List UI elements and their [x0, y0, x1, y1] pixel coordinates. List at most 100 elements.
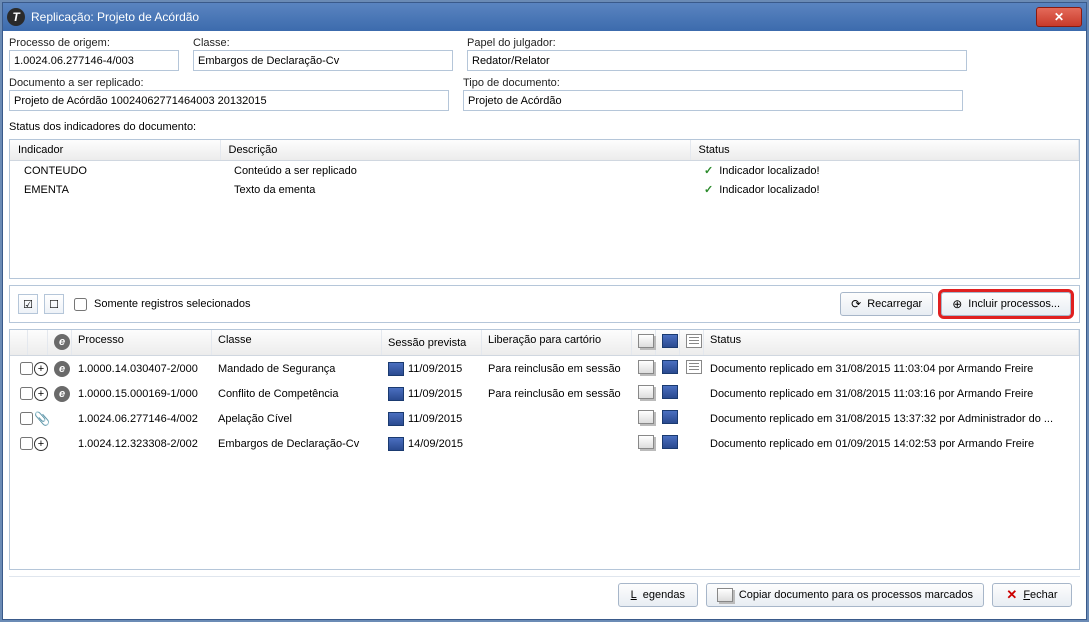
close-button[interactable]: ✕ — [1036, 7, 1082, 27]
select-all-button[interactable]: ☑ — [18, 294, 38, 314]
input-documento[interactable] — [9, 90, 449, 111]
cell-sessao: 11/09/2015 — [382, 385, 482, 403]
col-icon-3[interactable] — [680, 330, 704, 355]
book-icon — [662, 334, 678, 348]
cell-liberacao: Para reinclusão em sessão — [482, 361, 632, 377]
docs-icon[interactable] — [638, 385, 654, 399]
expand-icon[interactable]: + — [34, 362, 48, 376]
content-area: Processo de origem: Classe: Papel do jul… — [3, 31, 1086, 619]
table-row[interactable]: 📎1.0024.06.277146-4/002Apelação Cível 11… — [10, 406, 1079, 431]
input-tipo[interactable] — [463, 90, 963, 111]
field-documento: Documento a ser replicado: — [9, 77, 449, 111]
eletronico-icon: e — [54, 334, 70, 350]
col-checkbox[interactable] — [10, 330, 28, 355]
table-row[interactable]: +1.0024.12.323308-2/002Embargos de Decla… — [10, 431, 1079, 456]
check-icon: ✓ — [704, 184, 713, 196]
cell-status: ✓Indicador localizado! — [690, 161, 1079, 181]
book-icon — [388, 362, 404, 376]
eletronico-icon: e — [54, 386, 70, 402]
cell-sessao: 11/09/2015 — [382, 410, 482, 428]
cell-descricao: Conteúdo a ser replicado — [220, 161, 690, 181]
grid-body: + e1.0000.14.030407-2/000Mandado de Segur… — [10, 356, 1079, 569]
checkbox-somente[interactable] — [74, 298, 87, 311]
docs-icon[interactable] — [638, 435, 654, 449]
grid-header: e Processo Classe Sessão prevista Libera… — [10, 330, 1079, 356]
page-icon[interactable] — [686, 360, 702, 374]
docs-icon — [638, 334, 654, 348]
cell-classe: Conflito de Competência — [212, 386, 382, 402]
cell-processo: 1.0024.06.277146-4/002 — [72, 411, 212, 427]
incluir-processos-button[interactable]: ⊕ Incluir processos... — [941, 292, 1071, 316]
field-classe: Classe: — [193, 37, 453, 71]
expand-icon[interactable]: + — [34, 437, 48, 451]
filter-selected-checkbox[interactable]: Somente registros selecionados — [70, 295, 251, 314]
col-classe[interactable]: Classe — [212, 330, 382, 355]
col-indicador[interactable]: Indicador — [10, 140, 220, 161]
col-icon-1[interactable] — [632, 330, 656, 355]
cell-status: Documento replicado em 01/09/2015 14:02:… — [704, 436, 1079, 452]
close-x-icon: ✕ — [1006, 587, 1017, 603]
cell-processo: 1.0024.12.323308-2/002 — [72, 436, 212, 452]
label-indicadores-section: Status dos indicadores do documento: — [9, 121, 1080, 133]
input-papel[interactable] — [467, 50, 967, 71]
label-processo-origem: Processo de origem: — [9, 37, 179, 49]
col-liberacao[interactable]: Liberação para cartório — [482, 330, 632, 355]
page-icon — [686, 334, 702, 348]
recarregar-button[interactable]: ⟳ Recarregar — [840, 292, 933, 316]
eletronico-icon: e — [54, 361, 70, 377]
label-papel: Papel do julgador: — [467, 37, 967, 49]
indicadores-table: Indicador Descrição Status CONTEUDO Cont… — [10, 140, 1079, 199]
col-icon-2[interactable] — [656, 330, 680, 355]
indicador-row[interactable]: EMENTA Texto da ementa ✓Indicador locali… — [10, 180, 1079, 199]
cell-liberacao — [482, 442, 632, 446]
table-row[interactable]: + e1.0000.15.000169-1/000Conflito de Comp… — [10, 381, 1079, 406]
col-processo[interactable]: Processo — [72, 330, 212, 355]
book-icon — [388, 387, 404, 401]
docs-icon[interactable] — [638, 410, 654, 424]
cell-classe: Apelação Cível — [212, 411, 382, 427]
cell-liberacao — [482, 417, 632, 421]
cell-status: Documento replicado em 31/08/2015 13:37:… — [704, 411, 1079, 427]
book-icon[interactable] — [662, 435, 678, 449]
check-icon: ✓ — [704, 165, 713, 177]
input-processo-origem[interactable] — [9, 50, 179, 71]
table-row[interactable]: + e1.0000.14.030407-2/000Mandado de Segur… — [10, 356, 1079, 381]
field-papel: Papel do julgador: — [467, 37, 967, 71]
label-classe: Classe: — [193, 37, 453, 49]
indicador-row[interactable]: CONTEUDO Conteúdo a ser replicado ✓Indic… — [10, 161, 1079, 181]
cell-descricao: Texto da ementa — [220, 180, 690, 199]
form-row-1: Processo de origem: Classe: Papel do jul… — [9, 37, 1080, 71]
cell-processo: 1.0000.15.000169-1/000 — [72, 386, 212, 402]
book-icon[interactable] — [662, 410, 678, 424]
cell-classe: Mandado de Segurança — [212, 361, 382, 377]
col-status[interactable]: Status — [690, 140, 1079, 161]
col-descricao[interactable]: Descrição — [220, 140, 690, 161]
cell-status: ✓Indicador localizado! — [690, 180, 1079, 199]
book-icon — [388, 412, 404, 426]
book-icon[interactable] — [662, 360, 678, 374]
col-action[interactable] — [28, 330, 48, 355]
window-title: Replicação: Projeto de Acórdão — [31, 10, 1036, 24]
book-icon[interactable] — [662, 385, 678, 399]
processos-grid: e Processo Classe Sessão prevista Libera… — [9, 329, 1080, 570]
legendas-button[interactable]: Legendas — [618, 583, 698, 607]
expand-icon[interactable]: + — [34, 387, 48, 401]
field-tipo: Tipo de documento: — [463, 77, 963, 111]
fechar-button[interactable]: ✕ Fechar — [992, 583, 1072, 607]
docs-icon[interactable] — [638, 360, 654, 374]
label-documento: Documento a ser replicado: — [9, 77, 449, 89]
col-eletronico[interactable]: e — [48, 330, 72, 355]
cell-status: Documento replicado em 31/08/2015 11:03:… — [704, 361, 1079, 377]
cell-sessao: 14/09/2015 — [382, 435, 482, 453]
cell-processo: 1.0000.14.030407-2/000 — [72, 361, 212, 377]
selection-toolbar: ☑ ☐ Somente registros selecionados ⟳ Rec… — [9, 285, 1080, 323]
col-sessao[interactable]: Sessão prevista — [382, 330, 482, 355]
col-status[interactable]: Status — [704, 330, 1079, 355]
copiar-button[interactable]: Copiar documento para os processos marca… — [706, 583, 984, 607]
cell-status: Documento replicado em 31/08/2015 11:03:… — [704, 386, 1079, 402]
deselect-all-button[interactable]: ☐ — [44, 294, 64, 314]
input-classe[interactable] — [193, 50, 453, 71]
label-somente: Somente registros selecionados — [94, 298, 251, 310]
cell-indicador: CONTEUDO — [10, 161, 220, 181]
titlebar: T Replicação: Projeto de Acórdão ✕ — [3, 3, 1086, 31]
